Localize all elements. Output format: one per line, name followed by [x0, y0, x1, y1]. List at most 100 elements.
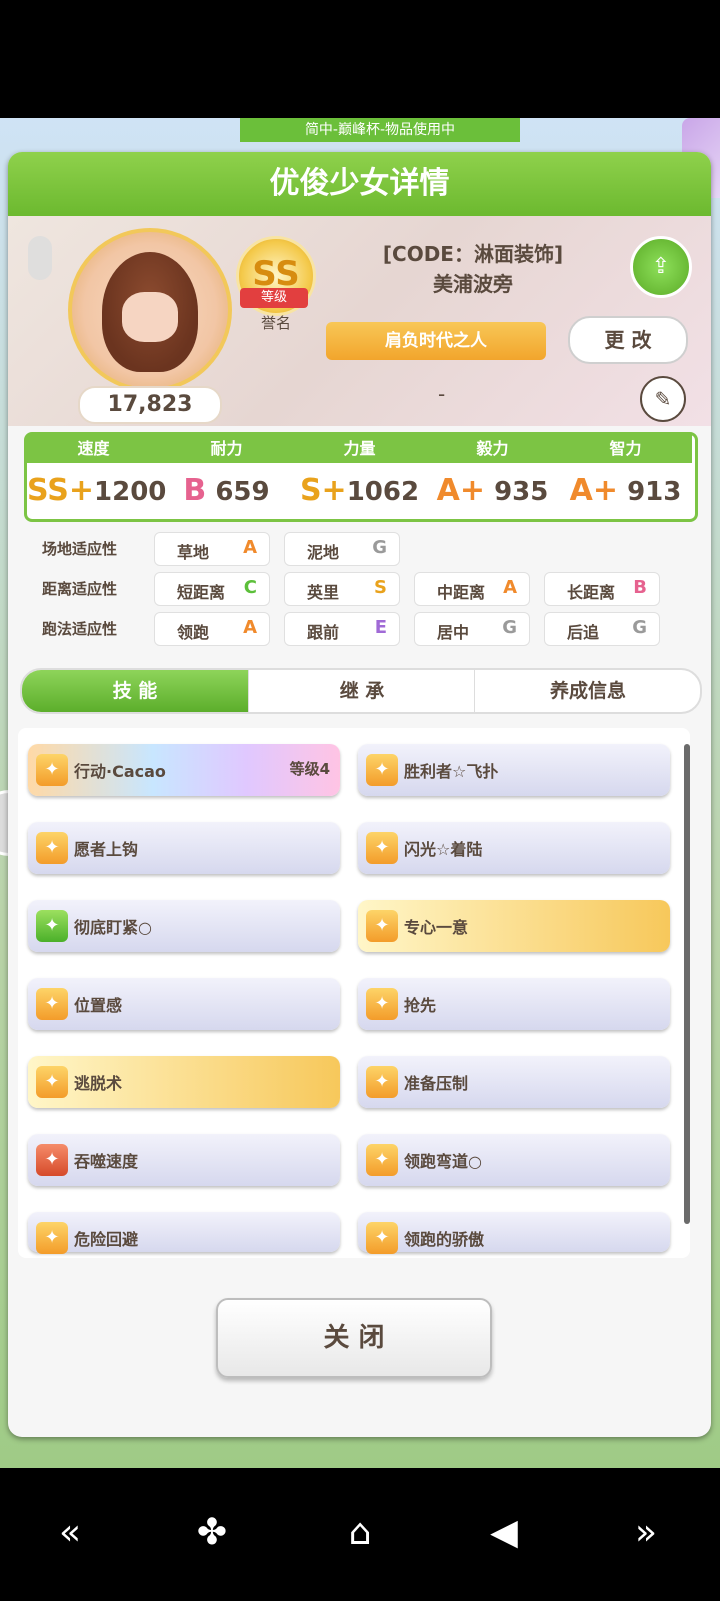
tab-skills[interactable]: 技 能	[22, 670, 248, 712]
skill-card[interactable]: ✦ 愿者上钩	[28, 822, 340, 874]
stat-value: 1200	[94, 477, 167, 507]
skill-label: 愿者上钩	[74, 840, 139, 859]
navigation-bar: « ✤ ⌂ ◀ »	[0, 1468, 720, 1601]
skill-label: 位置感	[74, 996, 123, 1015]
apt-grade: A	[243, 537, 257, 558]
stat-value-cell: SS+1200	[27, 465, 166, 517]
share-button[interactable]: ⇪	[630, 236, 692, 298]
stat-grade: A+	[436, 473, 485, 508]
stat-grade: B	[183, 473, 207, 508]
apt-grade: E	[374, 617, 387, 638]
apt-item: 长距离 B	[544, 572, 660, 606]
apt-item: 后追 G	[544, 612, 660, 646]
apt-item: 领跑 A	[154, 612, 270, 646]
skill-card[interactable]: ✦ 位置感	[28, 978, 340, 1030]
close-button[interactable]: 关 闭	[216, 1298, 492, 1378]
tab-training-info[interactable]: 养成信息	[474, 670, 700, 712]
skill-icon: ✦	[36, 1222, 68, 1254]
stat-label: 毅力	[426, 435, 559, 463]
avatar-face	[122, 292, 178, 342]
skill-card[interactable]: ✦ 专心一意	[358, 900, 670, 952]
apt-name: 短距离	[177, 583, 226, 602]
apt-item: 居中 G	[414, 612, 530, 646]
stat-grade: S+	[299, 473, 347, 508]
home-icon[interactable]: ⌂	[330, 1508, 390, 1558]
skill-label: 领跑弯道○	[404, 1152, 482, 1171]
carrot-icon	[28, 236, 52, 280]
skill-card[interactable]: ✦ 领跑的骄傲	[358, 1212, 670, 1254]
skill-card[interactable]: ✦ 逃脱术	[28, 1056, 340, 1108]
strategy-aptitude-row: 跑法适应性 领跑 A 跟前 E 居中 G 后追 G	[42, 612, 702, 646]
stat-value-cell: A+ 935	[426, 465, 559, 517]
apt-name: 居中	[437, 623, 470, 642]
stats-panel: 速度 SS+1200 耐力 B 659 力量 S+1062 毅力 A+ 935 …	[24, 432, 698, 522]
memo-text: -	[438, 382, 446, 406]
skill-label: 彻底盯紧○	[74, 918, 152, 937]
skill-label: 领跑的骄傲	[404, 1230, 485, 1249]
skill-card[interactable]: ✦ 彻底盯紧○	[28, 900, 340, 952]
skill-label: 闪光☆着陆	[404, 840, 483, 859]
distance-aptitude-row: 距离适应性 短距离 C 英里 S 中距离 A 长距离 B	[42, 572, 702, 606]
detail-tabs: 技 能 继 承 养成信息	[20, 668, 702, 714]
skills-list[interactable]: ✦ 行动·Cacao 等级4 ✦ 胜利者☆飞扑 ✦ 愿者上钩 ✦ 闪光☆着陆 ✦…	[18, 728, 690, 1258]
apt-label: 跑法适应性	[42, 620, 118, 638]
double-back-icon[interactable]: «	[40, 1508, 100, 1558]
skill-icon: ✦	[366, 988, 398, 1020]
skill-card[interactable]: ✦ 准备压制	[358, 1056, 670, 1108]
stat-label: 力量	[293, 435, 426, 463]
tab-inheritance[interactable]: 继 承	[248, 670, 475, 712]
apt-item: 泥地 G	[284, 532, 400, 566]
skill-icon: ✦	[366, 1222, 398, 1254]
skill-card[interactable]: ✦ 抢先	[358, 978, 670, 1030]
double-forward-icon[interactable]: »	[616, 1508, 676, 1558]
skill-icon: ✦	[366, 910, 398, 942]
edit-button[interactable]: ✎	[640, 376, 686, 422]
change-button[interactable]: 更 改	[568, 316, 688, 364]
outfit-title: [CODE：淋面装饰]	[382, 242, 564, 266]
apt-item: 草地 A	[154, 532, 270, 566]
skill-label: 准备压制	[404, 1074, 469, 1093]
stat-label: 速度	[27, 435, 160, 463]
apt-item: 短距离 C	[154, 572, 270, 606]
apt-item: 跟前 E	[284, 612, 400, 646]
skill-card[interactable]: ✦ 闪光☆着陆	[358, 822, 670, 874]
apt-name: 长距离	[567, 583, 616, 602]
apt-name: 英里	[307, 583, 340, 602]
skill-label: 抢先	[404, 996, 437, 1015]
stat-speed: 速度 SS+1200	[27, 435, 166, 519]
skill-card[interactable]: ✦ 危险回避	[28, 1212, 340, 1254]
stat-grade: SS+	[27, 473, 95, 508]
skill-card[interactable]: ✦ 行动·Cacao 等级4	[28, 744, 340, 796]
apt-name: 草地	[177, 543, 210, 562]
skill-label: 行动·Cacao	[74, 762, 166, 781]
apt-item: 中距离 A	[414, 572, 530, 606]
skill-card[interactable]: ✦ 领跑弯道○	[358, 1134, 670, 1186]
skill-icon: ✦	[36, 988, 68, 1020]
stat-value-cell: A+ 913	[559, 465, 692, 517]
avatar[interactable]	[68, 228, 232, 392]
skill-icon: ✦	[36, 1066, 68, 1098]
skill-icon: ✦	[36, 910, 68, 942]
apt-grade: C	[243, 577, 257, 598]
skill-label: 专心一意	[404, 918, 469, 937]
apt-grade: G	[372, 537, 387, 558]
skill-card[interactable]: ✦ 胜利者☆飞扑	[358, 744, 670, 796]
apt-label: 场地适应性	[42, 540, 118, 558]
rank-text: 誉名	[260, 314, 291, 332]
panel-title: 优俊少女详情	[8, 152, 711, 216]
apt-grade: S	[374, 577, 387, 598]
stat-wit: 智力 A+ 913	[559, 435, 692, 519]
menu-icon[interactable]: ✤	[182, 1508, 242, 1558]
apt-grade: G	[502, 617, 517, 638]
apt-name: 跟前	[307, 623, 340, 642]
back-icon[interactable]: ◀	[474, 1508, 534, 1558]
skill-icon: ✦	[366, 754, 398, 786]
skill-level: 等级4	[289, 760, 330, 778]
skills-scrollbar[interactable]	[684, 744, 690, 1224]
skill-card[interactable]: ✦ 吞噬速度	[28, 1134, 340, 1186]
stat-value: 913	[627, 477, 682, 507]
skill-icon: ✦	[366, 1066, 398, 1098]
apt-label: 距离适应性	[42, 580, 118, 598]
stat-power: 力量 S+1062	[293, 435, 426, 519]
track-aptitude-row: 场地适应性 草地 A 泥地 G	[42, 532, 702, 566]
